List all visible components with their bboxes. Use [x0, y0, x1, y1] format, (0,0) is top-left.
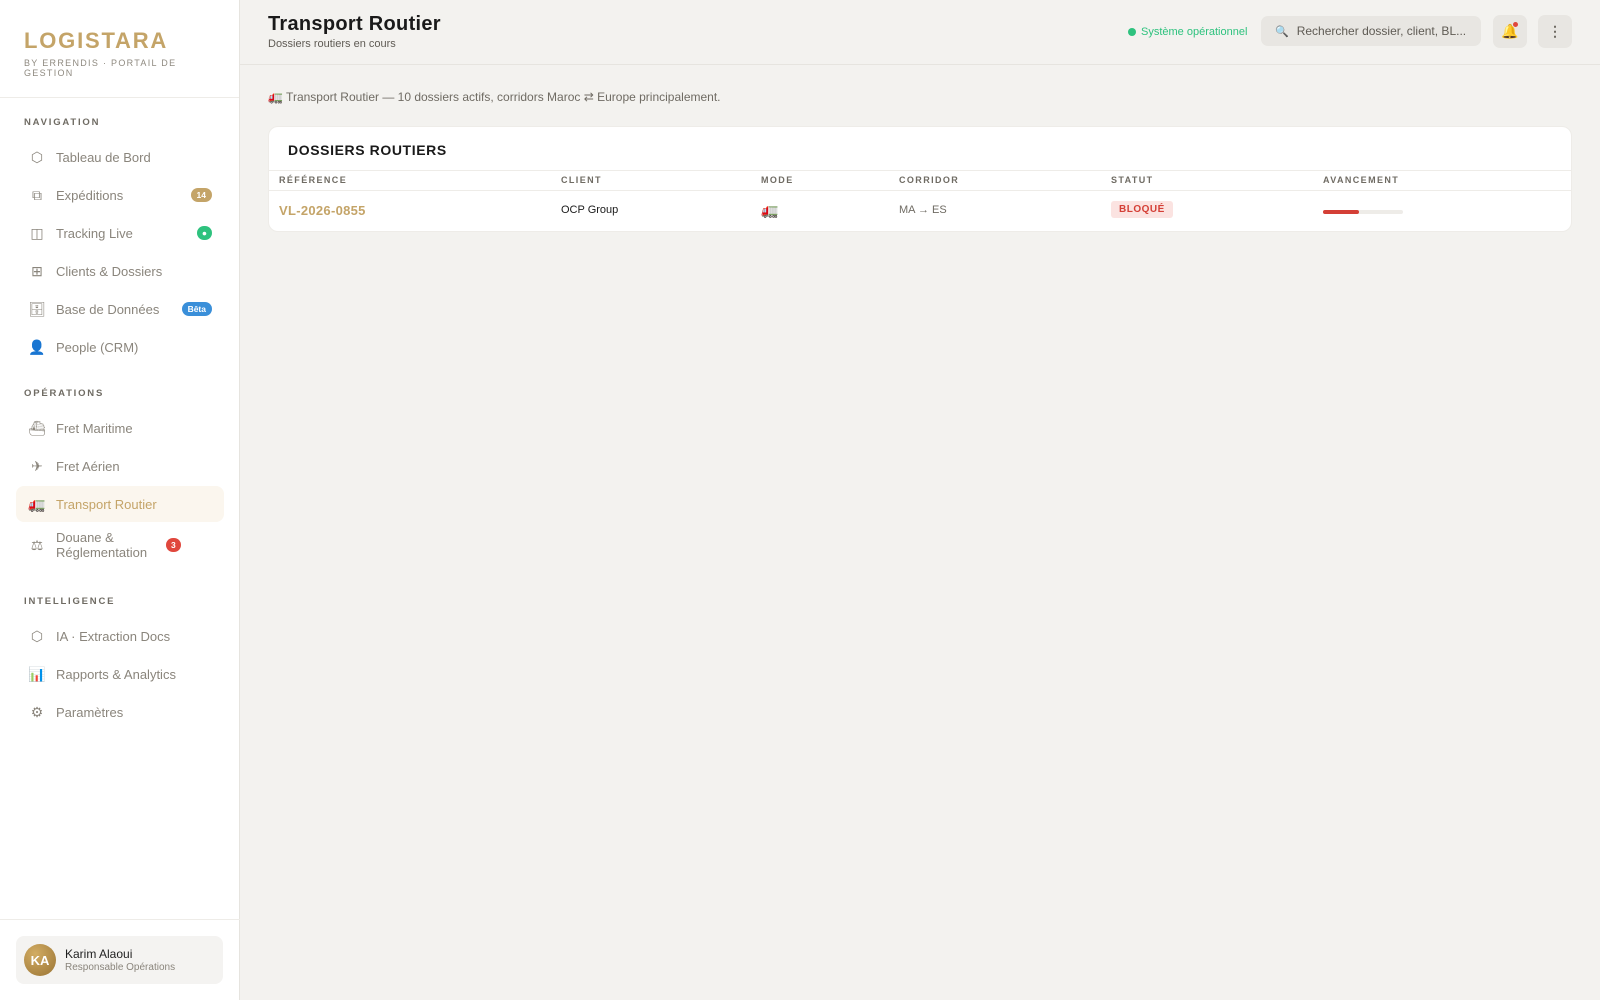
sidebar-item-expeditions[interactable]: ⧉ Expéditions 14 [16, 177, 224, 213]
corridor-cell: MA → ES [899, 204, 947, 216]
person-icon: 👤 [28, 338, 46, 355]
section-title: INTELLIGENCE [24, 596, 116, 607]
map-icon: ◫ [30, 224, 44, 241]
column-header-statut[interactable]: STATUT [1111, 175, 1154, 185]
sidebar: LOGISTARA BY ERRENDIS · PORTAIL DE GESTI… [0, 0, 240, 1000]
sidebar-item-label: Rapports & Analytics [56, 666, 176, 682]
truck-icon: 🚛 [761, 202, 779, 218]
card-title: DOSSIERS ROUTIERS [288, 142, 447, 158]
hexagon-icon: ⬡ [30, 148, 44, 165]
reference-link[interactable]: VL-2026-0855 [279, 203, 366, 218]
status-dot-icon [1128, 28, 1136, 36]
notifications-button[interactable]: 🔔 [1493, 15, 1527, 48]
sidebar-item-label: Fret Maritime [56, 420, 133, 436]
sidebar-item-label: Transport Routier [56, 496, 157, 512]
hexagon-icon: ⬡ [30, 627, 44, 644]
live-badge: ● [196, 226, 212, 240]
scale-icon: ⚖ [30, 536, 44, 553]
more-vertical-icon: ⋮ [1548, 23, 1562, 39]
beta-badge: Bêta [181, 302, 212, 316]
sidebar-item-transport-routier[interactable]: 🚛 Transport Routier [16, 486, 224, 522]
sidebar-item-label: Paramètres [56, 704, 124, 720]
sidebar-item-parametres[interactable]: ⚙ Paramètres [16, 694, 224, 730]
table-row[interactable]: VL-2026-0855 OCP Group 🚛 MA → ES BLOQUÉ [269, 191, 1571, 231]
table-header: RÉFÉRENCE CLIENT MODE CORRIDOR STATUT AV… [269, 170, 1571, 191]
section-title: NAVIGATION [24, 117, 101, 128]
alert-badge: 3 [166, 538, 181, 552]
copy-icon: ⧉ [32, 186, 42, 203]
status-text: Système opérationnel [1141, 26, 1248, 38]
nav-section-navigation: NAVIGATION ⬡ Tableau de Bord ⧉ Expéditio… [0, 117, 240, 365]
avatar: KA [24, 944, 56, 976]
sidebar-item-label: Base de Données [56, 301, 160, 317]
count-badge: 14 [190, 188, 212, 202]
progress-bar [1323, 210, 1403, 214]
user-profile[interactable]: KA Karim Alaoui Responsable Opérations [16, 936, 223, 984]
info-banner: 🚛 Transport Routier — 10 dossiers actifs… [268, 90, 721, 104]
chart-icon: 📊 [28, 665, 46, 682]
sidebar-item-label: Clients & Dossiers [56, 263, 163, 279]
brand-logo[interactable]: LOGISTARA [24, 28, 215, 54]
sidebar-item-tableau-de-bord[interactable]: ⬡ Tableau de Bord [16, 139, 224, 175]
sidebar-item-tracking-live[interactable]: ◫ Tracking Live ● [16, 215, 224, 251]
sidebar-item-label: People (CRM) [56, 339, 139, 355]
column-header-client[interactable]: CLIENT [561, 175, 602, 185]
sidebar-item-ia-extraction[interactable]: ⬡ IA · Extraction Docs [16, 618, 224, 654]
column-header-mode[interactable]: MODE [761, 175, 794, 185]
status-badge: BLOQUÉ [1111, 201, 1173, 218]
section-title: OPÉRATIONS [24, 388, 105, 399]
user-name: Karim Alaoui [65, 947, 133, 961]
column-header-reference[interactable]: RÉFÉRENCE [279, 175, 347, 185]
grid-icon: ⊞ [31, 262, 43, 279]
nav-section-intelligence: INTELLIGENCE ⬡ IA · Extraction Docs 📊 Ra… [0, 596, 240, 730]
page-subtitle: Dossiers routiers en cours [268, 38, 396, 50]
gear-icon: ⚙ [30, 703, 44, 720]
sidebar-item-label: Tracking Live [56, 225, 133, 241]
sidebar-item-rapports-analytics[interactable]: 📊 Rapports & Analytics [16, 656, 224, 692]
sidebar-item-label: Expéditions [56, 187, 124, 203]
search-placeholder: Rechercher dossier, client, BL... [1296, 24, 1467, 38]
sidebar-divider [0, 919, 240, 920]
sidebar-item-label: Douane & Réglementation [56, 530, 148, 560]
nav-section-operations: OPÉRATIONS ⛴ Fret Maritime ✈ Fret Aérien… [0, 388, 240, 566]
system-status: Système opérationnel [1128, 26, 1247, 38]
truck-icon: 🚛 [28, 495, 46, 512]
dossiers-card: DOSSIERS ROUTIERS RÉFÉRENCE CLIENT MODE … [268, 126, 1572, 232]
sidebar-item-base-de-donnees[interactable]: 🗄 Base de Données Bêta [16, 291, 224, 327]
client-cell: OCP Group [561, 204, 619, 216]
search-input[interactable]: 🔍 Rechercher dossier, client, BL... [1261, 16, 1481, 46]
sidebar-item-fret-maritime[interactable]: ⛴ Fret Maritime [16, 410, 224, 446]
sidebar-item-label: Tableau de Bord [56, 149, 151, 165]
progress-fill [1323, 210, 1359, 214]
brand: LOGISTARA BY ERRENDIS · PORTAIL DE GESTI… [0, 0, 239, 98]
brand-subtitle: BY ERRENDIS · PORTAIL DE GESTION [24, 58, 177, 78]
column-header-corridor[interactable]: CORRIDOR [899, 175, 959, 185]
database-icon: 🗄 [28, 300, 46, 317]
ship-icon: ⛴ [28, 419, 46, 436]
user-role: Responsable Opérations [65, 962, 176, 973]
sidebar-item-clients-dossiers[interactable]: ⊞ Clients & Dossiers [16, 253, 224, 289]
page-title: Transport Routier [268, 13, 441, 35]
more-options-button[interactable]: ⋮ [1538, 15, 1572, 48]
top-header: Transport Routier Dossiers routiers en c… [240, 0, 1600, 65]
notification-dot [1513, 22, 1518, 27]
sidebar-item-douane-reglementation[interactable]: ⚖ Douane & Réglementation 3 [16, 524, 224, 566]
sidebar-item-fret-aerien[interactable]: ✈ Fret Aérien [16, 448, 224, 484]
column-header-avancement[interactable]: AVANCEMENT [1323, 175, 1399, 185]
sidebar-item-people-crm[interactable]: 👤 People (CRM) [16, 329, 224, 365]
sidebar-item-label: Fret Aérien [56, 458, 120, 474]
plane-icon: ✈ [31, 457, 43, 474]
search-icon: 🔍 [1275, 25, 1289, 38]
sidebar-item-label: IA · Extraction Docs [56, 628, 171, 644]
